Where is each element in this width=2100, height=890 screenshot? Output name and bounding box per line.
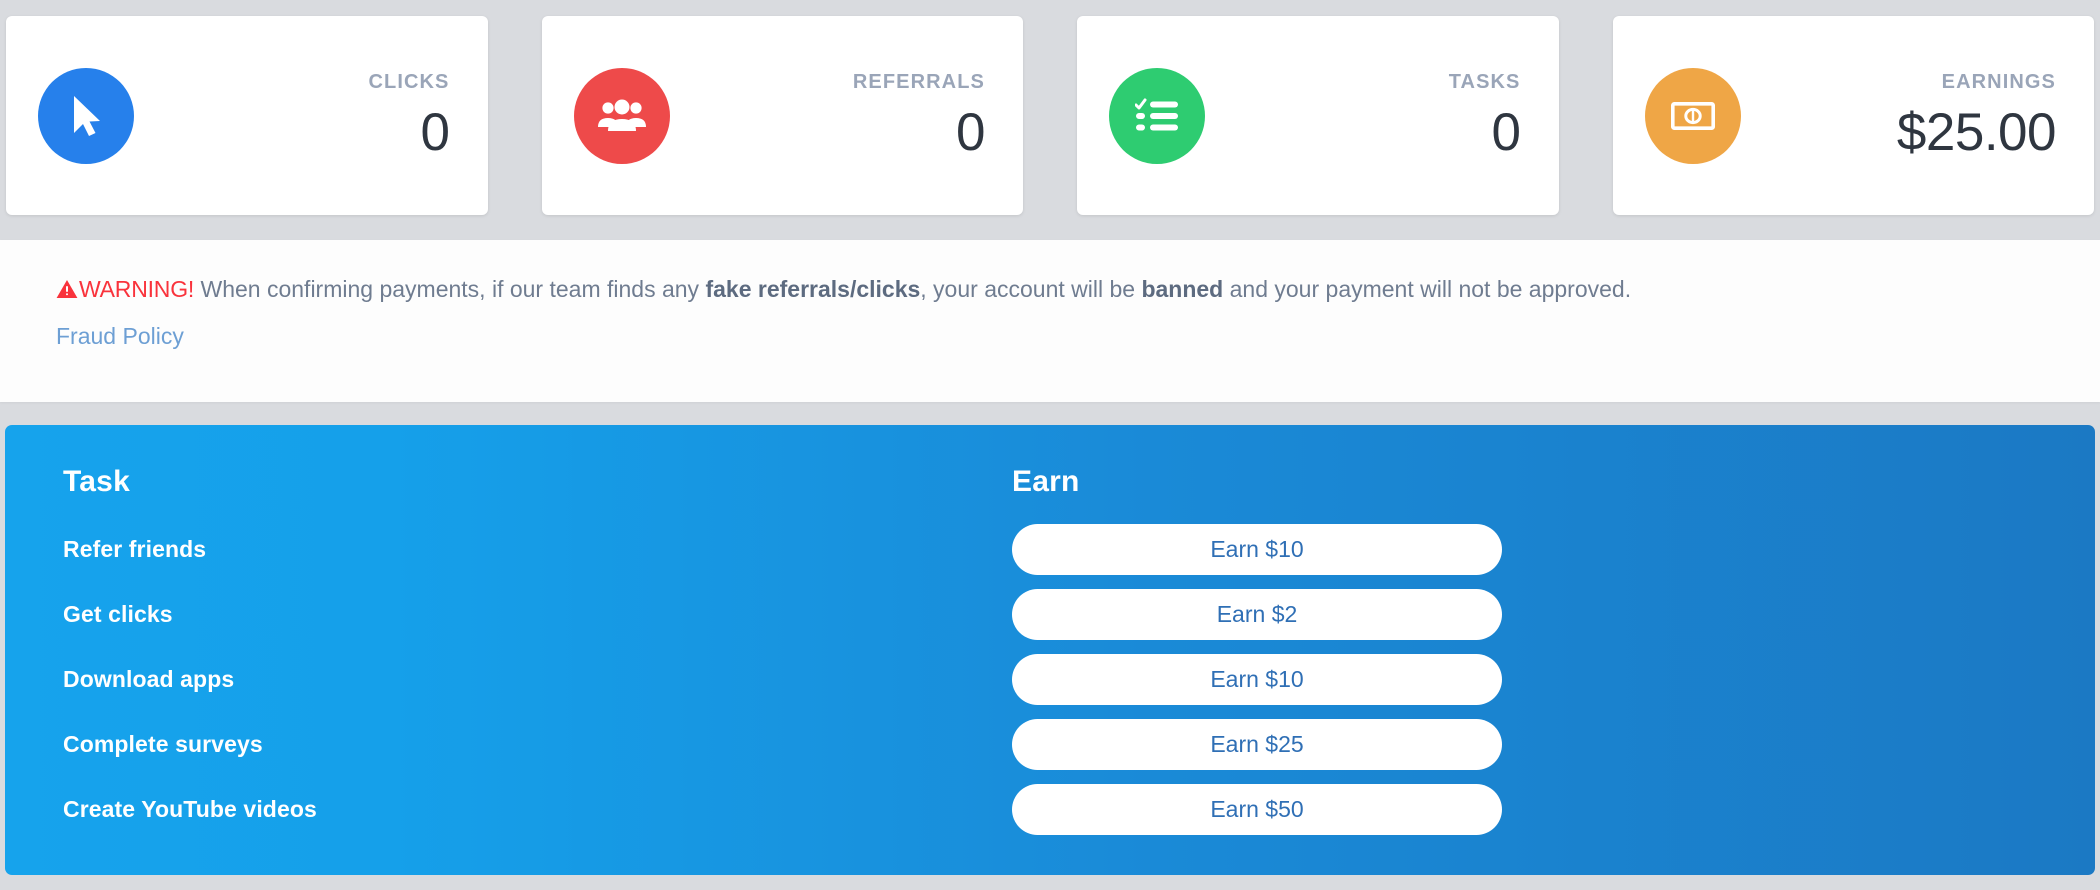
stat-card-referrals[interactable]: REFERRALS 0 xyxy=(541,16,1023,215)
task-label-complete-surveys: Complete surveys xyxy=(63,731,263,757)
stat-card-clicks[interactable]: CLICKS 0 xyxy=(6,16,488,215)
task-cell: Refer friends xyxy=(5,536,990,563)
dashboard-page: CLICKS 0 REFERRALS 0 TASKS 0 EARNINGS $2… xyxy=(0,0,2100,890)
stat-card-earnings[interactable]: EARNINGS $25.00 xyxy=(1612,16,2094,215)
fraud-policy-link[interactable]: Fraud Policy xyxy=(56,323,184,350)
table-row: Complete surveys Earn $25 xyxy=(5,712,2095,777)
table-row: Download apps Earn $10 xyxy=(5,647,2095,712)
stat-value-earnings: $25.00 xyxy=(1896,103,2057,162)
stat-icon-wrap-clicks xyxy=(6,67,166,164)
warning-bold-banned: banned xyxy=(1141,276,1224,302)
task-cell: Create YouTube videos xyxy=(5,796,990,823)
task-cell: Get clicks xyxy=(5,601,990,628)
stat-text-referrals: REFERRALS 0 xyxy=(702,72,994,159)
task-column-header: Task xyxy=(63,465,130,498)
task-label-download-apps: Download apps xyxy=(63,666,235,692)
stat-value-referrals: 0 xyxy=(956,103,985,162)
task-column-header-cell: Task xyxy=(5,467,990,497)
task-grid: Task Earn Refer friends Earn $10 Get cli… xyxy=(5,425,2095,842)
warning-text-1: When confirming payments, if our team fi… xyxy=(194,276,706,302)
task-label-refer-friends: Refer friends xyxy=(63,536,207,562)
stat-text-clicks: CLICKS 0 xyxy=(166,72,458,159)
stat-label-earnings: EARNINGS xyxy=(1941,71,2056,93)
stat-label-tasks: TASKS xyxy=(1448,71,1521,93)
stat-value-clicks: 0 xyxy=(420,103,450,162)
stat-icon-wrap-earnings xyxy=(1613,67,1773,164)
earn-cell: Earn $10 xyxy=(990,654,2095,705)
money-bill-icon xyxy=(1644,67,1741,164)
fraud-warning-panel: WARNING! When confirming payments, if ou… xyxy=(0,240,2100,402)
earn-cell: Earn $50 xyxy=(990,784,2095,835)
earn-button-get-clicks[interactable]: Earn $2 xyxy=(1012,589,1502,640)
task-label-create-youtube-videos: Create YouTube videos xyxy=(63,796,317,822)
stat-text-earnings: EARNINGS $25.00 xyxy=(1773,72,2065,159)
stats-row: CLICKS 0 REFERRALS 0 TASKS 0 EARNINGS $2… xyxy=(0,0,2100,228)
stat-icon-wrap-referrals xyxy=(542,67,702,164)
table-row: Create YouTube videos Earn $50 xyxy=(5,777,2095,842)
task-cell: Complete surveys xyxy=(5,731,990,758)
warning-text-2: , your account will be xyxy=(920,276,1142,302)
warning-triangle-icon xyxy=(56,278,78,306)
earn-button-complete-surveys[interactable]: Earn $25 xyxy=(1012,719,1502,770)
earn-cell: Earn $10 xyxy=(990,524,2095,575)
earn-cell: Earn $25 xyxy=(990,719,2095,770)
earn-column-header-cell: Earn xyxy=(990,467,2095,497)
warning-bold-fake-referrals: fake referrals/clicks xyxy=(705,276,921,302)
task-checklist-icon xyxy=(1109,67,1205,164)
task-label-get-clicks: Get clicks xyxy=(63,601,173,627)
earn-button-download-apps[interactable]: Earn $10 xyxy=(1012,654,1502,705)
stat-text-tasks: TASKS 0 xyxy=(1237,72,1529,159)
warning-keyword: WARNING! xyxy=(79,276,195,302)
page-bottom-strip xyxy=(0,875,2100,890)
earn-column-header: Earn xyxy=(1012,465,1080,498)
warning-message: WARNING! When confirming payments, if ou… xyxy=(56,276,2100,306)
task-cell: Download apps xyxy=(5,666,990,693)
warning-text-3: and your payment will not be approved. xyxy=(1223,276,1632,302)
users-group-icon xyxy=(573,67,670,164)
table-row: Refer friends Earn $10 xyxy=(5,517,2095,582)
earn-button-create-youtube-videos[interactable]: Earn $50 xyxy=(1012,784,1502,835)
earn-button-refer-friends[interactable]: Earn $10 xyxy=(1012,524,1502,575)
stat-value-tasks: 0 xyxy=(1491,103,1521,162)
stat-label-clicks: CLICKS xyxy=(368,71,450,93)
task-header-row: Task Earn xyxy=(5,467,2095,517)
earn-cell: Earn $2 xyxy=(990,589,2095,640)
cursor-pointer-icon xyxy=(38,67,134,164)
task-earn-panel: Task Earn Refer friends Earn $10 Get cli… xyxy=(5,425,2095,875)
stat-icon-wrap-tasks xyxy=(1077,67,1237,164)
table-row: Get clicks Earn $2 xyxy=(5,582,2095,647)
stat-label-referrals: REFERRALS xyxy=(852,71,985,93)
stat-card-tasks[interactable]: TASKS 0 xyxy=(1077,16,1559,215)
